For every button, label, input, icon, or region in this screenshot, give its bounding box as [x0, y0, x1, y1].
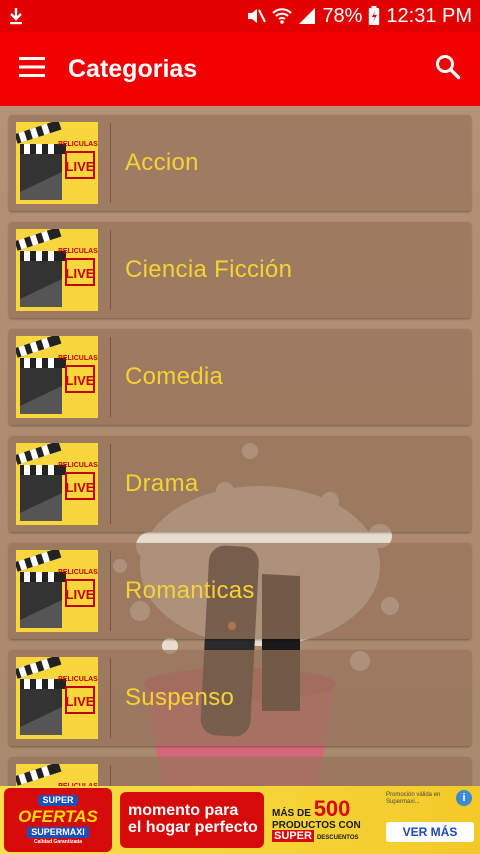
thumb-text-peliculas: PELICULAS — [58, 355, 98, 362]
thumb-text-peliculas: PELICULAS — [58, 141, 98, 148]
status-bar: 78% 12:31 PM — [0, 0, 480, 32]
category-item[interactable]: PELICULAS LIVE Accion — [9, 115, 471, 211]
ad-super: SUPER — [272, 830, 314, 843]
page-title: Categorias — [68, 54, 198, 83]
search-icon — [435, 54, 461, 85]
hamburger-menu-icon — [19, 56, 45, 82]
ad-headline-1: momento para — [128, 802, 239, 820]
category-thumbnail: PELICULAS LIVE — [14, 227, 98, 311]
thumb-text-live: LIVE — [66, 266, 95, 281]
ad-headline-2: el hogar perfecto — [128, 819, 258, 836]
mute-icon — [246, 7, 267, 25]
category-label: Comedia — [125, 363, 224, 390]
category-thumbnail: PELICULAS LIVE — [14, 655, 98, 739]
app-bar: Categorias — [0, 32, 480, 106]
category-item[interactable]: PELICULAS LIVE Romanticas — [9, 543, 471, 639]
ad-fine-print: Promoción válida en Supermaxi... — [386, 792, 441, 805]
ad-banner[interactable]: SUPER OFERTAS SUPERMAXI Calidad Garantiz… — [0, 786, 480, 854]
thumb-text-peliculas: PELICULAS — [58, 676, 98, 683]
category-item[interactable]: PELICULAS LIVE Ciencia Ficción — [9, 222, 471, 318]
menu-button[interactable] — [0, 32, 64, 106]
thumb-text-live: LIVE — [66, 694, 95, 709]
ad-logo: SUPER OFERTAS SUPERMAXI Calidad Garantiz… — [4, 788, 112, 852]
battery-percent: 78% — [322, 4, 363, 27]
signal-icon — [298, 7, 316, 25]
ad-logo-brand: SUPERMAXI — [27, 827, 89, 838]
category-label: Suspenso — [125, 684, 235, 711]
category-label: Ciencia Ficción — [125, 256, 293, 283]
category-item[interactable]: PELICULAS LIVE Suspenso — [9, 650, 471, 746]
category-label: Romanticas — [125, 577, 255, 604]
ad-super-descuentos: SUPER DESCUENTOS — [272, 830, 372, 843]
wifi-icon — [272, 7, 293, 25]
ad-offer: MÁS DE 500 PRODUCTOS CON SUPER DESCUENTO… — [272, 797, 372, 843]
ad-info-icon[interactable]: i — [456, 790, 472, 806]
category-thumbnail: PELICULAS LIVE — [14, 334, 98, 418]
category-item[interactable]: PELICULAS LIVE Comedia — [9, 329, 471, 425]
divider — [110, 230, 111, 310]
divider — [110, 123, 111, 203]
thumb-text-live: LIVE — [66, 159, 95, 174]
divider — [110, 444, 111, 524]
category-thumbnail: PELICULAS LIVE — [14, 120, 98, 204]
thumb-text-live: LIVE — [66, 373, 95, 388]
ad-headline: momento para el hogar perfecto — [120, 792, 264, 848]
download-icon — [8, 7, 24, 25]
divider — [110, 337, 111, 417]
thumb-text-peliculas: PELICULAS — [58, 248, 98, 255]
thumb-text-live: LIVE — [66, 587, 95, 602]
divider — [110, 658, 111, 738]
battery-icon — [368, 6, 380, 26]
ad-logo-main: OFERTAS — [18, 807, 98, 826]
ad-mas-de: MÁS DE — [272, 808, 311, 820]
ad-descuentos: DESCUENTOS — [316, 835, 359, 842]
thumb-text-peliculas: PELICULAS — [58, 462, 98, 469]
ad-logo-top: SUPER — [38, 795, 78, 806]
ad-count: 500 — [313, 796, 351, 822]
divider — [110, 551, 111, 631]
category-label: Drama — [125, 470, 199, 497]
category-label: Accion — [125, 149, 199, 176]
category-thumbnail: PELICULAS LIVE — [14, 548, 98, 632]
ad-cta-button[interactable]: VER MÁS — [386, 822, 474, 842]
search-button[interactable] — [416, 32, 480, 106]
status-time: 12:31 PM — [386, 4, 472, 27]
category-thumbnail: PELICULAS LIVE — [14, 441, 98, 525]
thumb-text-live: LIVE — [66, 480, 95, 495]
ad-logo-small: Calidad Garantizada — [33, 839, 83, 845]
ad-offer-count: MÁS DE 500 — [272, 797, 372, 820]
thumb-text-peliculas: PELICULAS — [58, 569, 98, 576]
category-item[interactable]: PELICULAS LIVE Drama — [9, 436, 471, 532]
